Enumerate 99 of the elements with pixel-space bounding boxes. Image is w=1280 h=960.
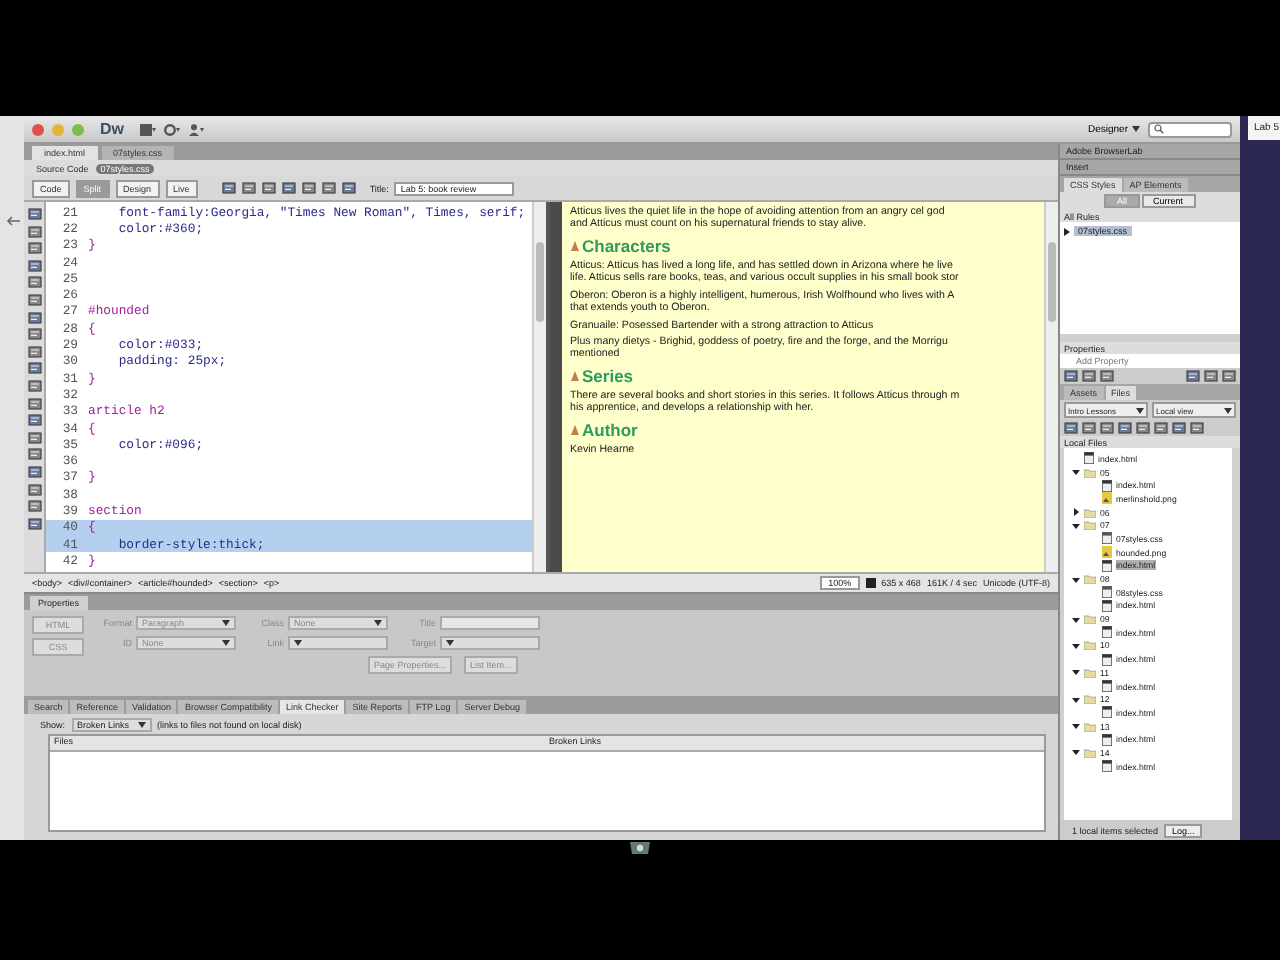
caret-icon <box>222 640 230 646</box>
expanded-arrow-icon[interactable] <box>1072 468 1080 477</box>
expanded-arrow-icon[interactable] <box>1072 521 1080 530</box>
tool-icon[interactable] <box>27 465 41 478</box>
expanded-arrow-icon[interactable] <box>1072 668 1080 677</box>
expanded-arrow-icon[interactable] <box>1072 722 1080 731</box>
tool-icon[interactable] <box>261 182 276 194</box>
tool-icon[interactable] <box>341 182 356 194</box>
tool-icon[interactable] <box>27 448 41 461</box>
tool-icon[interactable] <box>1100 422 1114 434</box>
anchor-marker-icon <box>570 239 580 252</box>
section-heading: Author <box>582 419 638 440</box>
scrollbar-thumb[interactable] <box>1048 242 1056 322</box>
tool-icon[interactable] <box>27 397 41 410</box>
section-heading: Characters <box>582 235 671 256</box>
caret-icon <box>222 620 230 626</box>
tool-icon[interactable] <box>27 431 41 444</box>
layout-icon[interactable] <box>140 123 156 135</box>
expanded-arrow-icon[interactable] <box>1072 695 1080 704</box>
tool-icon[interactable] <box>1082 422 1096 434</box>
tool-icon[interactable] <box>1064 370 1078 382</box>
gear-icon[interactable] <box>164 123 180 135</box>
file-icon <box>1084 452 1094 465</box>
tool-icon[interactable] <box>27 345 41 358</box>
tool-icon[interactable] <box>27 328 41 341</box>
tool-icon[interactable] <box>1190 422 1204 434</box>
caret-icon <box>374 620 382 626</box>
search-field[interactable] <box>1148 121 1232 137</box>
tool-icon[interactable] <box>27 225 41 238</box>
anchor-marker-icon <box>570 423 580 436</box>
tool-icon[interactable] <box>1064 422 1078 434</box>
tool-icon[interactable] <box>221 182 236 194</box>
caret-icon <box>1136 407 1144 413</box>
caret-icon <box>446 640 454 646</box>
input-field[interactable] <box>440 616 540 630</box>
tool-icon[interactable] <box>1082 370 1096 382</box>
collapsed-arrow-icon[interactable] <box>1064 227 1070 235</box>
collapsed-arrow-icon[interactable] <box>1072 508 1080 517</box>
file-icon <box>1102 532 1112 545</box>
tool-icon[interactable] <box>27 276 41 289</box>
dock-app-icon[interactable] <box>628 840 652 856</box>
file-icon <box>1102 706 1112 719</box>
file-icon <box>1102 733 1112 746</box>
folder-icon <box>1084 747 1096 758</box>
section-heading: Series <box>582 365 634 386</box>
tool-icon[interactable] <box>27 517 41 530</box>
expanded-arrow-icon[interactable] <box>1072 615 1080 624</box>
window-size-icon[interactable] <box>865 578 876 588</box>
tool-icon[interactable] <box>301 182 316 194</box>
expanded-arrow-icon[interactable] <box>1072 641 1080 650</box>
tool-icon[interactable] <box>1154 422 1168 434</box>
anchor-marker-icon <box>570 369 580 382</box>
tool-icon[interactable] <box>27 362 41 375</box>
file-icon <box>1102 479 1112 492</box>
folder-icon <box>1084 574 1096 585</box>
caret-icon <box>294 640 302 646</box>
tool-icon[interactable] <box>1100 370 1114 382</box>
tool-icon[interactable] <box>281 182 296 194</box>
tool-icon[interactable] <box>27 379 41 392</box>
tool-icon[interactable] <box>1172 422 1186 434</box>
tool-icon[interactable] <box>321 182 336 194</box>
app-logo: Dw <box>100 120 124 138</box>
folder-icon <box>1084 667 1096 678</box>
tool-icon[interactable] <box>1204 370 1218 382</box>
folder-icon <box>1084 721 1096 732</box>
scrollbar-thumb[interactable] <box>536 242 544 322</box>
tool-icon[interactable] <box>27 414 41 427</box>
close-button[interactable] <box>32 123 44 135</box>
expanded-arrow-icon[interactable] <box>1072 748 1080 757</box>
search-icon <box>1154 124 1164 134</box>
file-icon <box>1102 653 1112 666</box>
tool-icon[interactable] <box>27 311 41 324</box>
file-icon <box>1102 626 1112 639</box>
caret-icon <box>1132 126 1140 132</box>
caret-icon <box>137 721 146 727</box>
tool-icon[interactable] <box>1222 370 1236 382</box>
tool-icon[interactable] <box>27 293 41 306</box>
file-icon <box>1102 559 1112 572</box>
person-icon[interactable] <box>188 123 204 135</box>
tool-icon[interactable] <box>27 500 41 513</box>
image-file-icon <box>1102 546 1112 559</box>
tool-icon[interactable] <box>27 483 41 495</box>
folder-icon <box>1084 694 1096 705</box>
tool-icon[interactable] <box>1186 370 1200 382</box>
tool-icon[interactable] <box>27 259 41 272</box>
expanded-arrow-icon[interactable] <box>1072 575 1080 584</box>
caret-icon <box>1224 407 1232 413</box>
folder-icon <box>1084 467 1096 478</box>
tool-icon[interactable] <box>1136 422 1150 434</box>
back-arrow-icon[interactable] <box>5 216 19 226</box>
folder-icon <box>1084 640 1096 651</box>
image-file-icon <box>1102 492 1112 505</box>
file-icon <box>1102 680 1112 693</box>
tool-icon[interactable] <box>27 242 41 255</box>
file-icon <box>1102 760 1112 773</box>
folder-icon <box>1084 614 1096 625</box>
tool-icon[interactable] <box>1118 422 1132 434</box>
tool-icon[interactable] <box>27 208 41 220</box>
tool-icon[interactable] <box>241 182 256 194</box>
